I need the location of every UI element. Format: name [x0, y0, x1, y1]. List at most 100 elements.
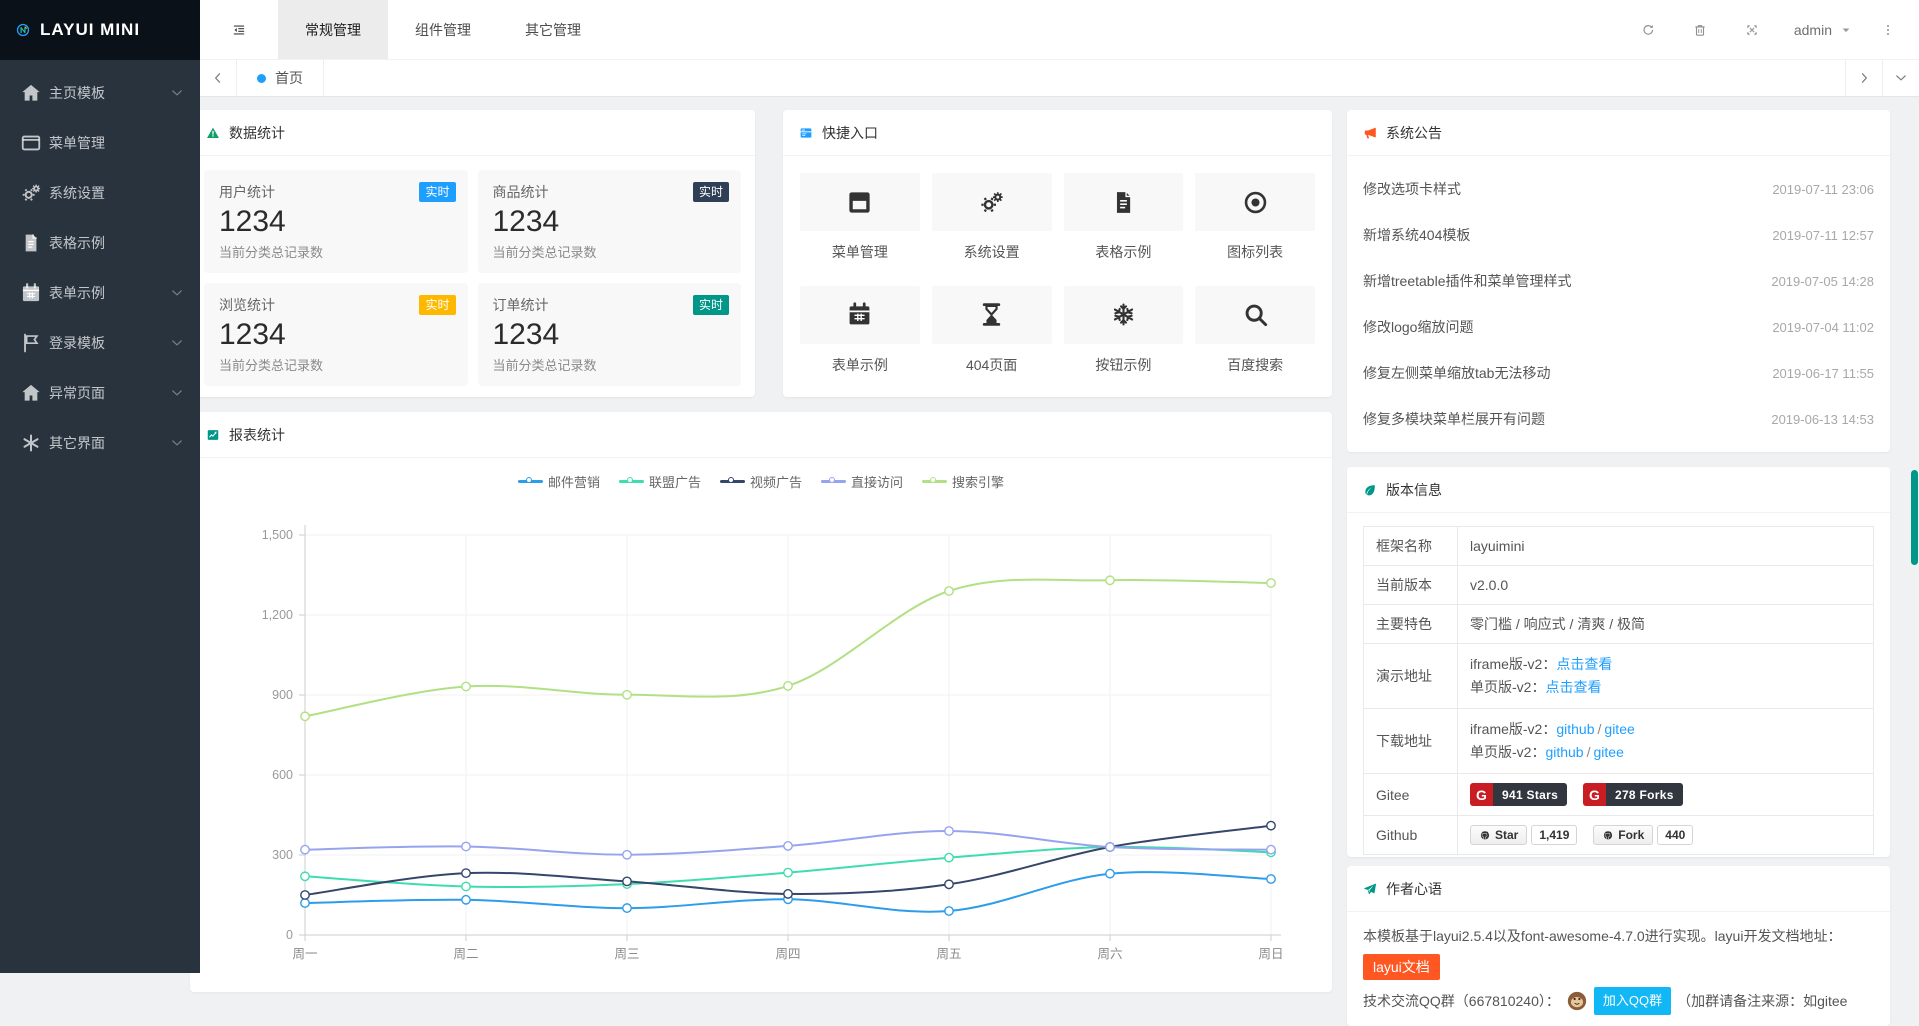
quick-entry-icon[interactable]	[800, 286, 920, 344]
tab-scroll-right-button[interactable]	[1845, 60, 1882, 96]
fullscreen-button[interactable]	[1726, 0, 1778, 59]
quick-entry-icon[interactable]	[800, 173, 920, 231]
gitee-stars-count: 941 Stars	[1493, 783, 1567, 806]
sidebar-item-login-template[interactable]: 登录模板	[0, 318, 200, 368]
header-tab-component[interactable]: 组件管理	[388, 0, 498, 59]
notice-item[interactable]: 修复多模块菜单栏展开有问题 2019-06-13 14:53	[1363, 396, 1874, 442]
header-tab-general[interactable]: 常规管理	[278, 0, 388, 59]
asterisk-icon	[20, 432, 42, 454]
download-github-link[interactable]: github	[1545, 744, 1583, 760]
notice-item[interactable]: 新增treetable插件和菜单管理样式 2019-07-05 14:28	[1363, 258, 1874, 304]
notice-text: 修改logo缩放问题	[1363, 317, 1473, 337]
row-label: 演示地址	[1364, 644, 1458, 709]
header-tab-other[interactable]: 其它管理	[498, 0, 608, 59]
legend-item-3[interactable]: 直接访问	[821, 472, 903, 491]
more-menu-button[interactable]	[1869, 0, 1907, 59]
page-tab-home[interactable]: 首页	[237, 60, 324, 96]
home-icon	[20, 82, 42, 104]
legend-item-4[interactable]: 搜索引擎	[922, 472, 1004, 491]
quick-entry-icon[interactable]	[1195, 286, 1315, 344]
chevron-left-icon	[211, 71, 225, 85]
fullscreen-icon	[1745, 23, 1759, 37]
gitee-stars-badge[interactable]: G941 Stars	[1470, 783, 1567, 806]
quick-entry-icon[interactable]	[1064, 173, 1184, 231]
github-fork-button[interactable]: Fork	[1593, 825, 1653, 845]
legend-item-0[interactable]: 邮件营销	[518, 472, 600, 491]
quick-entry[interactable]: 404页面	[932, 286, 1052, 381]
quick-entry[interactable]: 百度搜索	[1195, 286, 1315, 381]
legend-label: 直接访问	[851, 472, 903, 491]
download-github-link[interactable]: github	[1556, 721, 1594, 737]
demo-link-spa[interactable]: 点击查看	[1545, 679, 1601, 695]
notice-text: 修改选项卡样式	[1363, 179, 1461, 199]
quick-entry[interactable]: 菜单管理	[800, 173, 920, 268]
notice-item[interactable]: 新增系统404模板 2019-07-11 12:57	[1363, 212, 1874, 258]
svg-text:1,200: 1,200	[262, 608, 293, 622]
header-actions: admin	[1622, 0, 1919, 59]
quick-entry[interactable]: 表格示例	[1064, 173, 1184, 268]
card-quick-entry: 快捷入口 菜单管理 系统设置 表格示例 图标列表 表单示例 404页面 按钮示例…	[783, 110, 1332, 397]
sidebar-item-other-ui[interactable]: 其它界面	[0, 418, 200, 468]
sidebar-item-home-template[interactable]: 主页模板	[0, 68, 200, 118]
sidebar-item-table-example[interactable]: 表格示例	[0, 218, 200, 268]
notice-item[interactable]: 修改选项卡样式 2019-07-11 23:06	[1363, 166, 1874, 212]
quick-entry[interactable]: 按钮示例	[1064, 286, 1184, 381]
stat-badge: 实时	[419, 295, 455, 315]
sidebar-item-menu-manage[interactable]: 菜单管理	[0, 118, 200, 168]
table-row: 框架名称 layuimini	[1364, 527, 1874, 566]
card-header: 报表统计	[190, 412, 1332, 458]
sidebar-item-form-example[interactable]: 表单示例	[0, 268, 200, 318]
table-row: Gitee G941 Stars G278 Forks	[1364, 774, 1874, 816]
user-dropdown[interactable]: admin	[1778, 0, 1869, 59]
quick-entry[interactable]: 系统设置	[932, 173, 1052, 268]
quick-entry-icon[interactable]	[932, 286, 1052, 344]
download-gitee-link[interactable]: gitee	[1594, 744, 1624, 760]
stat-badge: 实时	[693, 295, 729, 315]
refresh-button[interactable]	[1622, 0, 1674, 59]
demo-link-iframe[interactable]: 点击查看	[1556, 656, 1612, 672]
legend-marker-icon	[720, 477, 745, 486]
row-label: 框架名称	[1364, 527, 1458, 566]
sidebar-collapse-button[interactable]	[200, 0, 278, 59]
legend-item-1[interactable]: 联盟广告	[619, 472, 701, 491]
quick-entry-icon[interactable]	[1064, 286, 1184, 344]
quick-entry[interactable]: 表单示例	[800, 286, 920, 381]
top-header: 常规管理组件管理 其它管理 admin	[200, 0, 1919, 60]
calendar-icon	[846, 301, 873, 328]
page-scrollbar[interactable]	[1911, 97, 1918, 973]
join-qq-button[interactable]: 加入QQ群	[1594, 987, 1671, 1015]
header-tab-label: 其它管理	[525, 20, 581, 40]
quick-entry[interactable]: 图标列表	[1195, 173, 1315, 268]
cogs-icon	[20, 182, 42, 204]
sidebar-item-label: 登录模板	[49, 333, 170, 353]
notice-item[interactable]: 修复左侧菜单缩放tab无法移动 2019-06-17 11:55	[1363, 350, 1874, 396]
legend-label: 联盟广告	[649, 472, 701, 491]
clear-cache-button[interactable]	[1674, 0, 1726, 59]
download-gitee-link[interactable]: gitee	[1604, 721, 1634, 737]
quick-entry-icon[interactable]	[1195, 173, 1315, 231]
separator: /	[1598, 721, 1602, 737]
sidebar-item-label: 表单示例	[49, 283, 170, 303]
layui-doc-button[interactable]: layui文档	[1363, 954, 1440, 980]
sidebar-item-system-setting[interactable]: 系统设置	[0, 168, 200, 218]
tab-scroll-left-button[interactable]	[200, 60, 237, 96]
card-title: 系统公告	[1386, 123, 1442, 143]
github-fork-count[interactable]: 440	[1657, 825, 1693, 845]
trash-icon	[1693, 23, 1707, 37]
tab-operations-button[interactable]	[1882, 60, 1919, 96]
row-value: 零门槛 / 响应式 / 清爽 / 极简	[1458, 605, 1874, 644]
scrollbar-thumb[interactable]	[1911, 470, 1918, 565]
sidebar-item-error-page[interactable]: 异常页面	[0, 368, 200, 418]
notice-item[interactable]: 修改logo缩放问题 2019-07-04 11:02	[1363, 304, 1874, 350]
hourglass-icon	[978, 301, 1005, 328]
card-header: 版本信息	[1347, 467, 1890, 513]
gitee-forks-badge[interactable]: G278 Forks	[1583, 783, 1683, 806]
file-icon	[20, 232, 42, 254]
github-star-button[interactable]: Star	[1470, 825, 1527, 845]
quick-entry-icon[interactable]	[932, 173, 1052, 231]
caret-down-icon	[1839, 23, 1853, 37]
legend-item-2[interactable]: 视频广告	[720, 472, 802, 491]
card-data-statistics: 数据统计 用户统计 实时 1234 当前分类总记录数 商品统计 实时 1234 …	[190, 110, 755, 397]
report-chart-svg: 03006009001,2001,500周一周二周三周四周五周六周日	[190, 458, 1332, 978]
github-star-count[interactable]: 1,419	[1531, 825, 1577, 845]
